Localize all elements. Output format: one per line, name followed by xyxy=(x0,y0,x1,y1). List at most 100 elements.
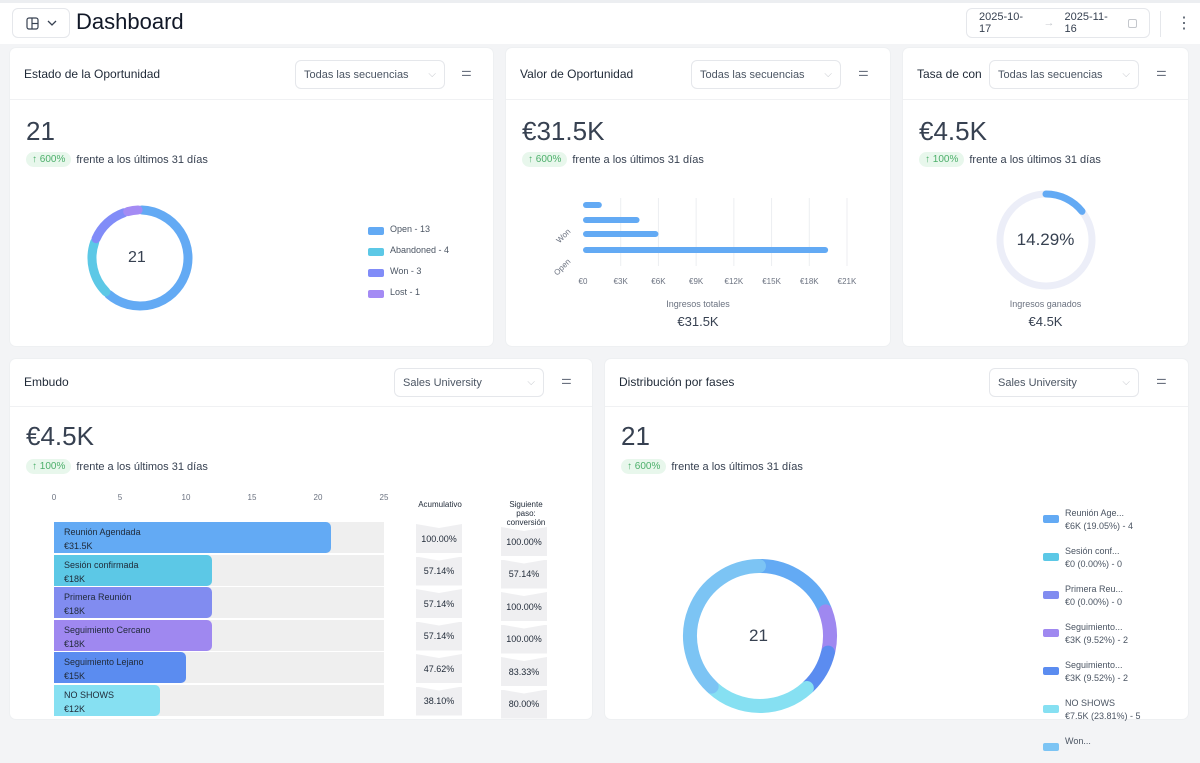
legend-item[interactable]: NO SHOWS €7.5K (23.81%) - 5 xyxy=(1043,697,1141,723)
view-switcher-button[interactable] xyxy=(12,8,70,38)
sliders-icon[interactable]: ⚌ xyxy=(1156,65,1167,79)
legend-swatch xyxy=(368,248,384,256)
legend-detail: €0 (0.00%) - 0 xyxy=(1065,559,1123,569)
footer-value: €31.5K xyxy=(677,314,719,329)
sliders-icon[interactable]: ⚌ xyxy=(858,65,869,79)
progress-arc xyxy=(1042,190,1086,215)
legend-detail: €7.5K (23.81%) - 5 xyxy=(1065,711,1141,721)
page-title: Dashboard xyxy=(76,9,184,34)
x-tick-label: €6K xyxy=(651,277,666,286)
date-range-picker[interactable]: 2025-10-17 → 2025-11-16 xyxy=(966,8,1150,38)
footer-label: Ingresos ganados xyxy=(1009,299,1082,309)
legend-item[interactable]: Sesión conf... €0 (0.00%) - 0 xyxy=(1043,545,1141,571)
top-bar: Dashboard 2025-10-17 → 2025-11-16 ⋮ xyxy=(0,0,1200,44)
donut-slice[interactable] xyxy=(754,559,832,617)
funnel-row[interactable]: Seguimiento Lejano €15K xyxy=(54,652,384,683)
legend-label: NO SHOWS xyxy=(1065,698,1116,708)
x-tick-label: €3K xyxy=(614,277,629,286)
legend-item[interactable]: Abandoned - 4 xyxy=(368,245,449,256)
x-tick-label: €15K xyxy=(762,277,781,286)
card-title: Valor de Oportunidad xyxy=(520,67,634,81)
cumulative-value: 57.14% xyxy=(416,589,462,618)
funnel-row[interactable]: Primera Reunión €18K xyxy=(54,587,384,618)
sequence-select[interactable]: Todas las secuencias ⌵ xyxy=(989,60,1139,89)
y-tick-label: Open xyxy=(552,257,572,277)
sliders-icon[interactable]: ⚌ xyxy=(461,65,472,79)
legend-detail: €3K (9.52%) - 2 xyxy=(1065,673,1129,683)
delta-badge: ↑ 100% xyxy=(919,152,965,167)
legend-label: Lost - 1 xyxy=(390,287,421,297)
donut-slice[interactable] xyxy=(818,604,837,658)
sequence-select[interactable]: Todas las secuencias ⌵ xyxy=(295,60,445,89)
funnel-bar: Reunión Agendada €31.5K xyxy=(54,522,332,553)
donut-slice[interactable] xyxy=(801,645,836,694)
legend-item[interactable]: Seguimiento... €3K (9.52%) - 2 xyxy=(1043,621,1141,647)
legend-swatch xyxy=(1043,591,1059,599)
pipeline-select[interactable]: Sales University ⌵ xyxy=(394,368,544,397)
legend-swatch xyxy=(1043,743,1059,751)
delta-text: frente a los últimos 31 días xyxy=(969,153,1101,166)
sliders-icon[interactable]: ⚌ xyxy=(561,373,572,387)
legend-item[interactable]: Open - 13 xyxy=(368,224,449,235)
sequence-select[interactable]: Todas las secuencias ⌵ xyxy=(691,60,841,89)
delta: ↑ 600% frente a los últimos 31 días xyxy=(26,152,208,167)
x-tick-label: €12K xyxy=(725,277,744,286)
select-value: Sales University xyxy=(403,377,482,389)
kebab-menu-icon[interactable]: ⋮ xyxy=(1176,13,1192,33)
legend-swatch xyxy=(368,269,384,277)
next-step-value: 100.00% xyxy=(501,592,547,621)
donut-slice[interactable] xyxy=(123,205,143,217)
stage-amount: €18K xyxy=(64,606,86,616)
donut-slice[interactable] xyxy=(706,681,814,713)
delta-badge: ↑ 600% xyxy=(522,152,568,167)
stage-name: Seguimiento Cercano xyxy=(64,624,151,635)
legend-swatch xyxy=(1043,629,1059,637)
y-tick-label: Won xyxy=(555,227,573,245)
sliders-icon[interactable]: ⚌ xyxy=(1156,373,1167,387)
card-title: Distribución por fases xyxy=(619,375,735,389)
legend-label: Sesión conf... xyxy=(1065,546,1120,556)
legend-item[interactable]: Reunión Age... €6K (19.05%) - 4 xyxy=(1043,507,1141,533)
cumulative-value: 100.00% xyxy=(416,524,462,553)
date-to: 2025-11-16 xyxy=(1064,11,1108,35)
stage-name: NO SHOWS xyxy=(64,689,115,700)
donut-slice[interactable] xyxy=(87,237,111,297)
funnel-row[interactable]: Reunión Agendada €31.5K xyxy=(54,522,384,553)
cumulative-value: 57.14% xyxy=(416,556,462,586)
legend-label: Won - 3 xyxy=(390,266,422,276)
donut-slice[interactable] xyxy=(91,208,129,244)
stage-amount: €18K xyxy=(64,638,86,649)
legend-item[interactable]: Lost - 1 xyxy=(368,287,449,298)
legend-item[interactable]: Seguimiento... €3K (9.52%) - 2 xyxy=(1043,659,1141,685)
legend-item[interactable]: Won - 3 xyxy=(368,266,449,277)
legend-swatch xyxy=(1043,705,1059,713)
x-tick-label: 5 xyxy=(117,493,123,502)
delta: ↑ 100% frente a los últimos 31 días xyxy=(919,152,1101,167)
legend-item[interactable]: Won... xyxy=(1043,735,1141,751)
cumulative-value: 57.14% xyxy=(416,621,462,651)
delta-text: frente a los últimos 31 días xyxy=(671,460,803,473)
next-step-value: 100.00% xyxy=(501,624,547,654)
x-tick-label: 20 xyxy=(313,493,323,502)
delta-text: frente a los últimos 31 días xyxy=(572,153,704,166)
x-tick-label: 10 xyxy=(181,493,191,502)
funnel-bar: Sesión confirmada €18K xyxy=(54,554,213,586)
chevron-down-icon: ⌵ xyxy=(527,377,535,388)
legend-item[interactable]: Primera Reu... €0 (0.00%) - 0 xyxy=(1043,583,1141,609)
donut-slice[interactable] xyxy=(104,205,193,311)
col-next-step-header: Siguiente paso: conversión xyxy=(506,500,546,527)
funnel-bar: Seguimiento Cercano €18K xyxy=(54,619,213,651)
chevron-down-icon: ⌵ xyxy=(428,69,436,80)
x-tick-label: €9K xyxy=(689,277,704,286)
delta-badge: ↑ 100% xyxy=(26,459,72,474)
legend-swatch xyxy=(1043,553,1059,561)
funnel-row[interactable]: Sesión confirmada €18K xyxy=(54,554,384,586)
pipeline-select[interactable]: Sales University ⌵ xyxy=(989,368,1139,397)
next-step-value: 80.00% xyxy=(501,689,547,719)
divider xyxy=(1160,11,1161,37)
funnel-row[interactable]: Seguimiento Cercano €18K xyxy=(54,619,384,651)
phase-legend: Reunión Age... €6K (19.05%) - 4 Sesión con… xyxy=(1043,507,1141,763)
legend-swatch xyxy=(1043,667,1059,675)
layout-icon xyxy=(25,16,39,30)
col-cumulative-header: Acumulativo xyxy=(418,500,462,509)
